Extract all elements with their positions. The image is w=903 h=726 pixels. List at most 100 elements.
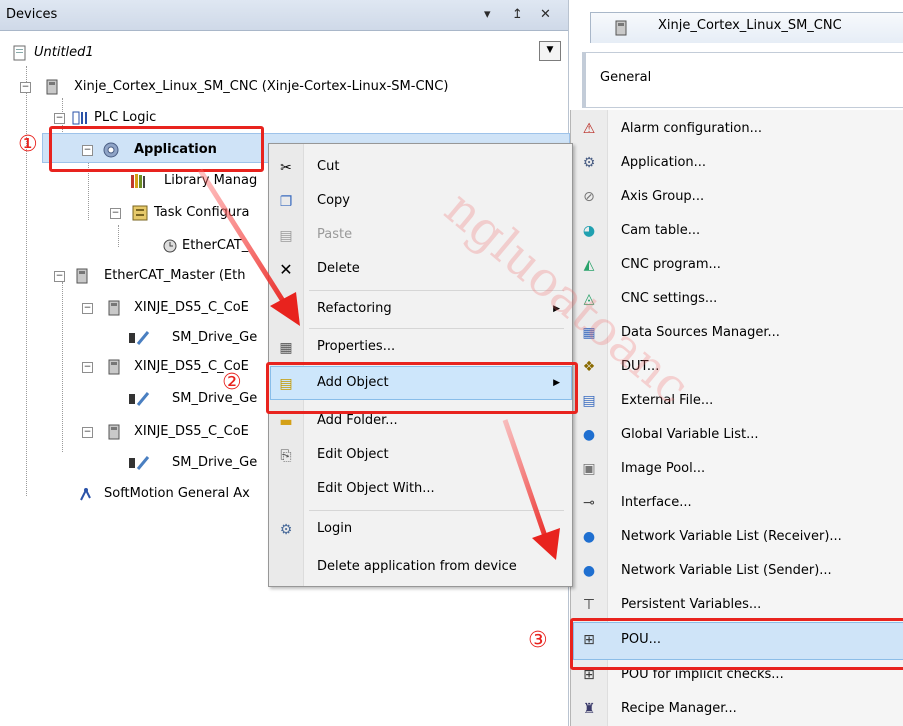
- submenu-item-persistent-variables[interactable]: ⊤ Persistent Variables...: [571, 588, 903, 622]
- cam-icon: ◕: [582, 223, 596, 239]
- tree-item-xinje-drive[interactable]: − XINJE_DS5_C_CoE: [82, 421, 249, 443]
- menu-item-edit-object[interactable]: ⎘ Edit Object: [269, 440, 572, 470]
- annotation-box-add-object: [266, 362, 578, 414]
- drive-icon: [129, 392, 150, 406]
- tree-item-device[interactable]: − Xinje_Cortex_Linux_SM_CNC (Xinje-Corte…: [20, 76, 448, 98]
- menu-item-edit-object-with[interactable]: Edit Object With...: [269, 474, 572, 504]
- tree-item-label: Task Configura: [154, 205, 250, 220]
- panel-dropdown-icon[interactable]: ▾: [484, 7, 491, 22]
- edit-icon: ⎘: [280, 448, 292, 464]
- device-icon: [46, 79, 58, 95]
- gear-icon: ⚙: [582, 155, 596, 171]
- submenu-item-application[interactable]: ⚙ Application...: [571, 146, 903, 180]
- submenu-item-axis-group[interactable]: ⊘ Axis Group...: [571, 180, 903, 214]
- device-icon: [615, 20, 627, 36]
- menu-item-copy[interactable]: ❐ Copy: [269, 186, 572, 216]
- submenu-item-image-pool[interactable]: ▣ Image Pool...: [571, 452, 903, 486]
- collapse-icon[interactable]: −: [110, 208, 121, 219]
- tree-item-label: XINJE_DS5_C_CoE: [134, 300, 249, 315]
- menu-item-login[interactable]: ⚙ Login: [269, 514, 572, 544]
- login-icon: ⚙: [279, 522, 293, 538]
- globe-icon: ●: [582, 563, 596, 579]
- menu-item-cut[interactable]: ✂ Cut: [269, 152, 572, 182]
- submenu-item-cnc-program[interactable]: ◭ CNC program...: [571, 248, 903, 282]
- scissors-icon: ✂: [280, 160, 292, 176]
- delete-icon: ✕: [279, 260, 293, 279]
- tree-item-label: EtherCAT_Master (Eth: [104, 268, 246, 283]
- persistent-icon: ⊤: [582, 597, 596, 613]
- tree-item-label: SM_Drive_Ge: [172, 455, 258, 470]
- submenu-item-network-variable-list-receiver[interactable]: ● Network Variable List (Receiver)...: [571, 520, 903, 554]
- library-icon: [131, 174, 145, 188]
- device-icon: [76, 268, 88, 284]
- devices-title: Devices: [6, 7, 58, 22]
- submenu-item-recipe-manager[interactable]: ♜ Recipe Manager...: [571, 692, 903, 726]
- close-icon[interactable]: ✕: [540, 7, 551, 22]
- submenu-item-global-variable-list[interactable]: ● Global Variable List...: [571, 418, 903, 452]
- tree-item-label: Untitled1: [34, 45, 94, 60]
- tree-item-ethercat-master[interactable]: − EtherCAT_Master (Eth: [54, 265, 245, 287]
- pin-icon[interactable]: ↥: [512, 7, 523, 22]
- external-file-icon: ▤: [582, 393, 596, 409]
- alarm-icon: ⚠: [582, 121, 596, 137]
- copy-icon: ❐: [279, 194, 293, 210]
- paste-icon: ▤: [279, 228, 293, 244]
- dut-icon: ❖: [582, 359, 596, 375]
- plc-logic-icon: [72, 111, 87, 125]
- device-icon: [108, 424, 120, 440]
- step-2-marker: ②: [222, 370, 242, 395]
- device-icon: [108, 300, 120, 316]
- cnc-program-icon: ◭: [583, 257, 595, 273]
- annotation-box-pou: [570, 618, 903, 670]
- submenu-item-alarm-configuration[interactable]: ⚠ Alarm configuration...: [571, 112, 903, 146]
- annotation-box-application: [49, 126, 264, 172]
- tree-item-label: EtherCAT_: [182, 238, 249, 253]
- submenu-item-interface[interactable]: ⊸ Interface...: [571, 486, 903, 520]
- collapse-icon[interactable]: −: [54, 113, 65, 124]
- editor-tab-title: Xinje_Cortex_Linux_SM_CNC: [658, 18, 842, 33]
- tree-item-sm-drive[interactable]: SM_Drive_Ge: [128, 327, 257, 349]
- recipe-icon: ♜: [582, 701, 596, 717]
- task-config-icon: [132, 205, 148, 221]
- general-label: General: [600, 70, 652, 85]
- tree-item-project[interactable]: Untitled1: [12, 42, 94, 64]
- interface-icon: ⊸: [583, 495, 595, 511]
- submenu-item-external-file[interactable]: ▤ External File...: [571, 384, 903, 418]
- collapse-icon[interactable]: −: [82, 362, 93, 373]
- tree-item-ethercat-task[interactable]: EtherCAT_: [162, 235, 248, 257]
- submenu-item-cam-table[interactable]: ◕ Cam table...: [571, 214, 903, 248]
- devices-titlebar: Devices ▾ ↥ ✕: [0, 0, 568, 31]
- collapse-icon[interactable]: −: [20, 82, 31, 93]
- collapse-icon[interactable]: −: [82, 303, 93, 314]
- folder-icon: ▬: [279, 414, 293, 430]
- tree-item-sm-drive[interactable]: SM_Drive_Ge: [128, 452, 257, 474]
- collapse-icon[interactable]: −: [82, 427, 93, 438]
- tree-item-library-manager[interactable]: Library Manag: [130, 170, 257, 192]
- collapse-icon[interactable]: −: [54, 271, 65, 282]
- image-pool-icon: ▣: [582, 461, 596, 477]
- device-icon: [108, 359, 120, 375]
- tree-item-label: Library Manag: [164, 173, 258, 188]
- softmotion-icon: [80, 487, 91, 501]
- tree-item-task-configuration[interactable]: − Task Configura: [110, 202, 249, 224]
- menu-item-properties[interactable]: ▦ Properties...: [269, 332, 572, 362]
- axis-group-icon: ⊘: [583, 189, 595, 205]
- tree-item-softmotion[interactable]: SoftMotion General Ax: [78, 483, 250, 505]
- tree-item-label: Xinje_Cortex_Linux_SM_CNC (Xinje-Cortex-…: [74, 79, 449, 94]
- menu-item-delete-application-from-device[interactable]: Delete application from device: [269, 552, 572, 582]
- tree-item-label: XINJE_DS5_C_CoE: [134, 424, 249, 439]
- step-3-marker: ③: [528, 628, 548, 653]
- tree-dropdown-button[interactable]: ▼: [539, 41, 561, 61]
- submenu-item-network-variable-list-sender[interactable]: ● Network Variable List (Sender)...: [571, 554, 903, 588]
- task-icon: [163, 239, 177, 253]
- properties-icon: ▦: [279, 340, 293, 356]
- tree-item-label: SM_Drive_Ge: [172, 391, 258, 406]
- tree-item-label: SM_Drive_Ge: [172, 330, 258, 345]
- project-icon: [13, 45, 26, 61]
- drive-icon: [129, 331, 150, 345]
- tree-item-xinje-drive[interactable]: − XINJE_DS5_C_CoE: [82, 297, 249, 319]
- globe-icon: ●: [582, 427, 596, 443]
- tree-item-label: SoftMotion General Ax: [104, 486, 250, 501]
- drive-icon: [129, 456, 150, 470]
- step-1-marker: ①: [18, 132, 38, 157]
